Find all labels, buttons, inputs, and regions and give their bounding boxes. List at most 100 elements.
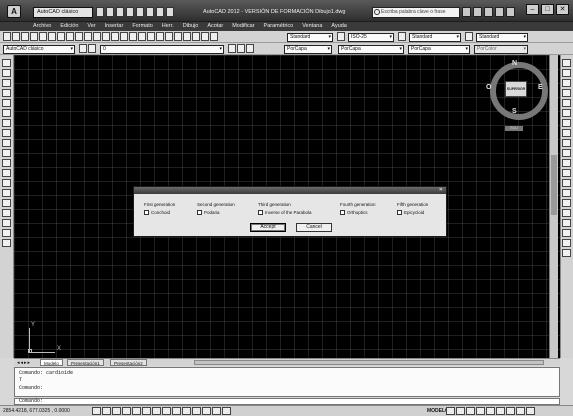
scale-icon[interactable] [562,129,571,137]
hatch-icon[interactable] [2,199,11,207]
menu-edicion[interactable]: Edición [60,22,78,31]
table-style-icon[interactable] [398,32,406,41]
paste-icon[interactable] [75,32,83,41]
preview-icon[interactable] [39,32,47,41]
menu-herramientas[interactable]: Herr. [162,22,174,31]
viewcube-top-face[interactable]: SUPERIOR [505,81,527,97]
ellipse-arc-icon[interactable] [2,159,11,167]
match-properties-icon[interactable] [84,32,92,41]
viewcube-east-label[interactable]: E [538,84,543,91]
tool-palettes-icon[interactable] [174,32,182,41]
print-icon[interactable] [136,7,144,17]
rectangle-icon[interactable] [2,99,11,107]
revision-cloud-icon[interactable] [2,129,11,137]
sheet-set-icon[interactable] [183,32,191,41]
lineweight-icon[interactable] [192,407,201,415]
save-icon[interactable] [116,7,124,17]
workspace-settings-icon[interactable] [79,44,87,53]
plot-style-dropdown[interactable]: PorColor [474,45,528,54]
ortho-mode-icon[interactable] [122,407,131,415]
workspace-switch-dropdown[interactable]: AutoCAD clásico [3,45,75,54]
menu-archivo[interactable]: Archivo [33,22,51,31]
3d-object-snap-icon[interactable] [152,407,161,415]
region-icon[interactable] [2,219,11,227]
customize-icon[interactable] [166,7,174,17]
mirror-icon[interactable] [562,79,571,87]
workspace-switching-icon[interactable] [486,407,495,415]
offset-icon[interactable] [562,89,571,97]
help-search-input[interactable]: Escriba palabra clave o frase [372,7,460,18]
application-menu-button[interactable]: A [7,5,21,18]
qnew-icon[interactable] [3,32,11,41]
spline-icon[interactable] [2,139,11,147]
move-icon[interactable] [562,109,571,117]
zoom-window-icon[interactable] [138,32,146,41]
menu-parametrico[interactable]: Paramétrico [264,22,294,31]
conchoid-checkbox[interactable]: Conchoid [144,210,170,215]
multileader-style-icon[interactable] [465,32,473,41]
point-icon[interactable] [2,189,11,197]
prev-tab-icon[interactable]: ◂ [21,360,24,366]
osnap-endpoint-icon[interactable] [562,229,571,237]
menu-acotar[interactable]: Acotar [207,22,223,31]
checkbox-box[interactable] [340,210,345,215]
next-tab-icon[interactable]: ▸ [24,360,27,366]
plot-icon[interactable] [30,32,38,41]
copy-object-icon[interactable] [562,69,571,77]
multileader-style-dropdown[interactable]: Standard [476,33,528,42]
maximize-button[interactable]: □ [541,4,554,15]
table-icon[interactable] [2,229,11,237]
transparency-icon[interactable] [202,407,211,415]
design-center-icon[interactable] [165,32,173,41]
save-as-icon[interactable] [126,7,134,17]
annotation-visibility-icon[interactable] [476,407,485,415]
multiline-text-icon[interactable] [2,239,11,247]
polygon-icon[interactable] [2,89,11,97]
extend-icon[interactable] [562,159,571,167]
block-editor-icon[interactable] [93,32,101,41]
undo-icon[interactable] [146,7,154,17]
insert-block-icon[interactable] [2,169,11,177]
erase-icon[interactable] [562,59,571,67]
first-tab-icon[interactable]: ◂ [17,360,20,366]
command-line-input[interactable]: Comando: [14,398,560,405]
favorites-icon[interactable] [495,7,504,17]
chamfer-icon[interactable] [562,189,571,197]
last-tab-icon[interactable]: ▸ [28,360,31,366]
color-dropdown[interactable]: PorCapa [284,45,332,54]
undo-tool-icon[interactable] [102,32,110,41]
podaria-checkbox[interactable]: Podaria [197,210,220,215]
tab-modelo[interactable]: Modelo [40,359,63,366]
polar-tracking-icon[interactable] [132,407,141,415]
checkbox-box[interactable] [197,210,202,215]
zoom-previous-icon[interactable] [147,32,155,41]
menu-dibujo[interactable]: Dibujo [183,22,199,31]
publish-icon[interactable] [48,32,56,41]
annotation-scale-icon[interactable] [466,407,475,415]
array-icon[interactable] [562,99,571,107]
menu-formato[interactable]: Formato [132,22,152,31]
orthoptics-checkbox[interactable]: Orthoptics [340,210,368,215]
rotate-icon[interactable] [562,119,571,127]
object-snap-tracking-icon[interactable] [162,407,171,415]
dynamic-input-icon[interactable] [182,407,191,415]
menu-modificar[interactable]: Modificar [232,22,254,31]
tab-presentacion2[interactable]: Presentación2 [110,359,147,366]
viewcube-wcs-menu[interactable]: SCU [505,126,523,131]
calculator-icon[interactable] [201,32,209,41]
properties-icon[interactable] [156,32,164,41]
markup-icon[interactable] [192,32,200,41]
quick-view-drawings-icon[interactable] [456,407,465,415]
viewcube-north-label[interactable]: N [512,60,517,67]
inverse-parabola-checkbox[interactable]: Inverse of the Parabola [258,210,312,215]
communication-icon[interactable] [484,7,493,17]
menu-insertar[interactable]: Insertar [105,22,124,31]
coordinates-readout[interactable]: 2854.4218, 677.0325 , 0.0000 [3,408,70,414]
make-current-icon[interactable] [228,44,236,53]
copy-icon[interactable] [66,32,74,41]
grid-display-icon[interactable] [112,407,121,415]
join-icon[interactable] [562,179,571,187]
cut-icon[interactable] [57,32,65,41]
layer-dropdown[interactable]: 0 [100,45,224,54]
subscription-icon[interactable] [473,7,482,17]
